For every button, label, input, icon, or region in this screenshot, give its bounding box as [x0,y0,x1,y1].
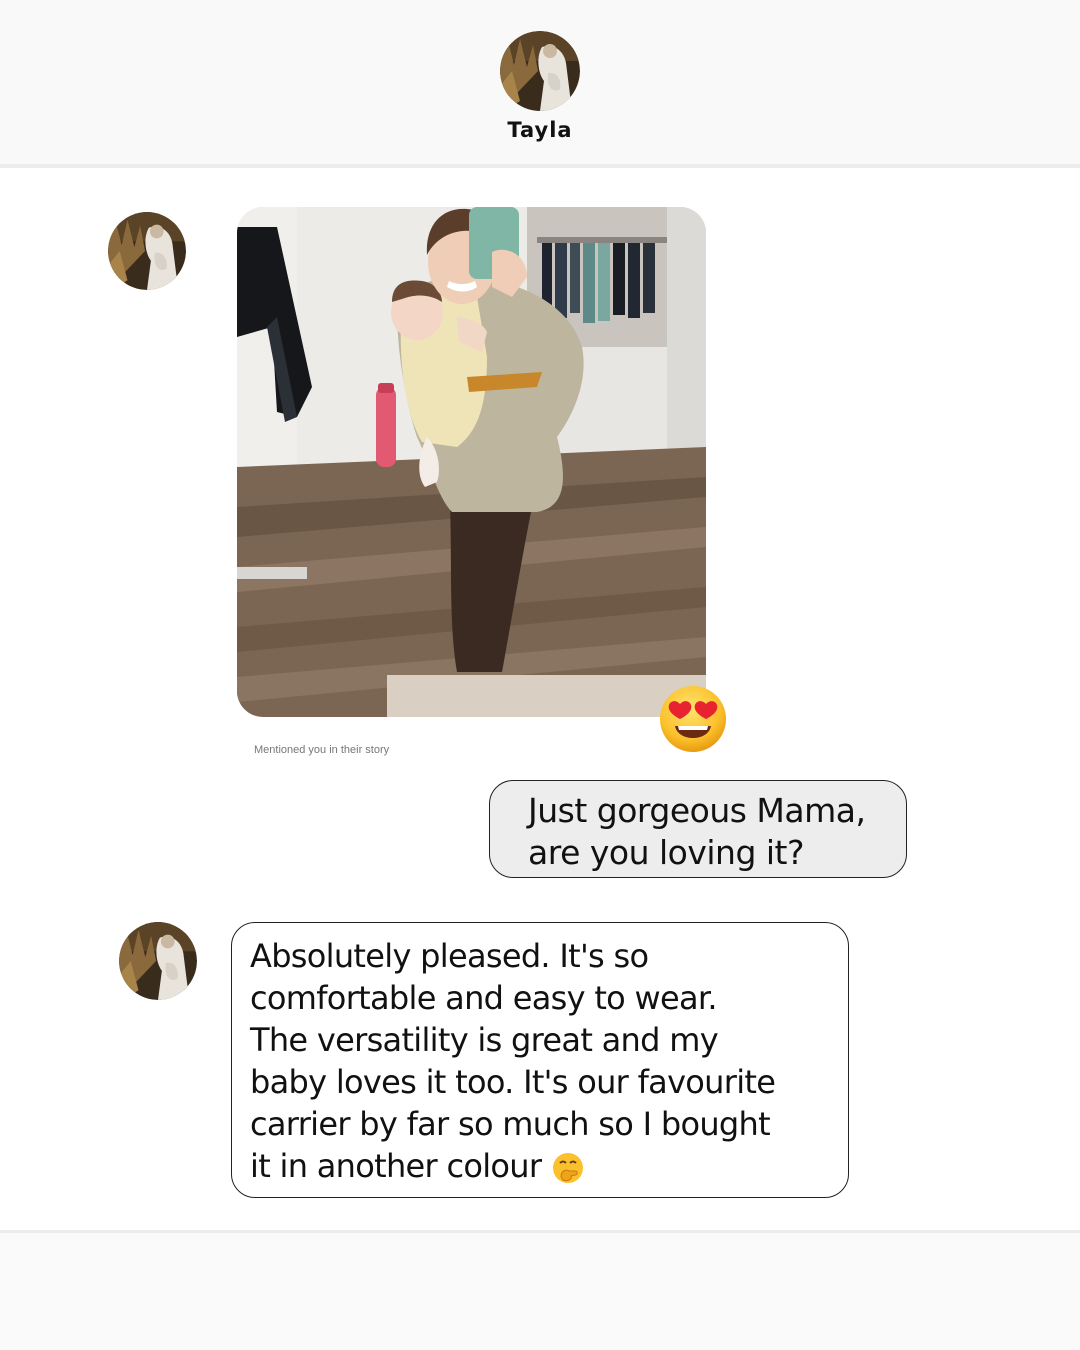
heart-eyes-emoji-icon[interactable] [658,684,728,754]
message-line: comfortable and easy to wear. [250,979,718,1017]
hand-over-mouth-emoji-icon [551,1151,585,1185]
mirror-selfie-photo-icon [237,207,706,717]
message-line: carrier by far so much so I bought [250,1105,771,1143]
profile-photo-avatar-icon [119,922,197,1000]
contact-avatar[interactable] [500,31,580,111]
message-line-text: it in another colour [250,1147,542,1185]
story-mention-caption: Mentioned you in their story [254,744,390,756]
outgoing-message-bubble: Just gorgeous Mama, are you loving it? [489,780,907,878]
incoming-message-bubble: Absolutely pleased. It's so comfortable … [231,922,849,1198]
message-line: Absolutely pleased. It's so [250,937,649,975]
footer-area [0,1233,1080,1350]
chat-header: Tayla [0,0,1080,168]
message-line: baby loves it too. It's our favourite [250,1063,776,1101]
profile-photo-avatar-icon [500,31,580,111]
message-line: are you loving it? [528,833,805,872]
message-line: Just gorgeous Mama, [528,791,866,830]
sender-avatar[interactable] [119,922,197,1000]
message-line-last: it in another colour [250,1145,840,1187]
story-photo[interactable] [237,207,706,717]
profile-photo-avatar-icon [108,212,186,290]
message-line: The versatility is great and my [250,1021,719,1059]
sender-avatar[interactable] [108,212,186,290]
message-thread: Mentioned you in their story Just gorgeo… [0,168,1080,1233]
contact-name[interactable]: Tayla [0,118,1080,142]
